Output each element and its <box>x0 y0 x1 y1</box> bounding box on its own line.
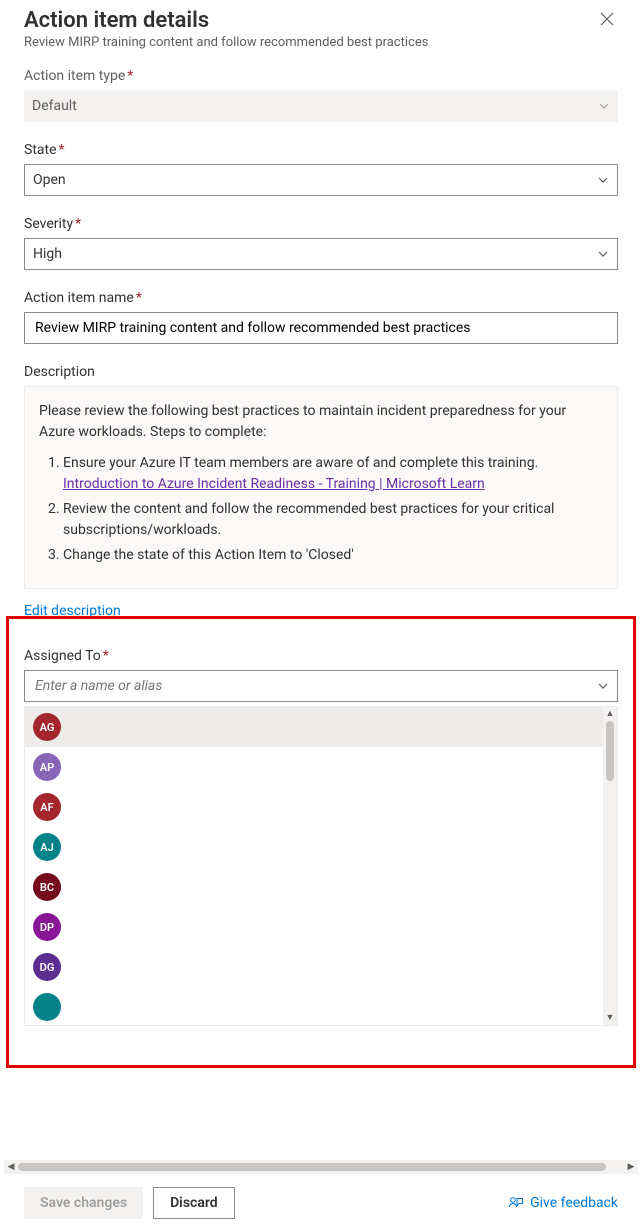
scroll-right-icon[interactable]: ▶ <box>624 1163 638 1172</box>
type-value: Default <box>32 98 77 114</box>
horizontal-scrollbar[interactable]: ◀ ▶ <box>4 1160 638 1174</box>
description-step-1: Ensure your Azure IT team members are aw… <box>63 453 603 495</box>
discard-button[interactable]: Discard <box>153 1187 235 1219</box>
training-link[interactable]: Introduction to Azure Incident Readiness… <box>63 476 485 492</box>
scroll-up-icon[interactable]: ▲ <box>603 707 617 721</box>
person-option[interactable]: DP <box>25 907 603 947</box>
assigned-to-label: Assigned To* <box>24 648 618 664</box>
edit-description-link[interactable]: Edit description <box>24 603 121 619</box>
person-option[interactable]: DG <box>25 947 603 987</box>
type-select: Default <box>24 90 618 122</box>
chevron-down-icon <box>597 248 609 260</box>
severity-label: Severity* <box>24 216 618 232</box>
chevron-down-icon <box>597 174 609 186</box>
page-title: Action item details <box>24 8 209 33</box>
severity-select[interactable]: High <box>24 238 618 270</box>
state-value: Open <box>33 172 66 188</box>
assigned-to-combobox[interactable] <box>24 670 618 702</box>
name-input-wrapper[interactable] <box>24 312 618 344</box>
hscroll-thumb[interactable] <box>18 1163 606 1171</box>
chevron-down-icon <box>597 680 609 692</box>
description-box: Please review the following best practic… <box>24 386 618 589</box>
person-option[interactable] <box>25 987 603 1025</box>
person-option[interactable]: AG <box>25 707 603 747</box>
feedback-icon <box>508 1195 524 1211</box>
name-input[interactable] <box>33 313 609 343</box>
person-option[interactable]: AJ <box>25 827 603 867</box>
assigned-to-dropdown: AG AP AF AJ BC DP DG ▲ ▼ <box>24 706 618 1026</box>
avatar <box>33 993 61 1021</box>
state-label: State* <box>24 142 618 158</box>
name-label: Action item name* <box>24 290 618 306</box>
footer: Save changes Discard Give feedback <box>0 1174 642 1230</box>
close-button[interactable] <box>596 8 618 30</box>
severity-value: High <box>33 246 62 262</box>
avatar: AF <box>33 793 61 821</box>
person-option[interactable]: BC <box>25 867 603 907</box>
chevron-down-icon <box>598 100 610 112</box>
scroll-down-icon[interactable]: ▼ <box>603 1011 617 1025</box>
scroll-thumb[interactable] <box>606 721 614 781</box>
avatar: AP <box>33 753 61 781</box>
description-label: Description <box>24 364 618 380</box>
dropdown-scrollbar[interactable]: ▲ ▼ <box>603 707 617 1025</box>
description-intro: Please review the following best practic… <box>39 401 603 443</box>
assigned-to-input[interactable] <box>33 677 597 695</box>
scroll-left-icon[interactable]: ◀ <box>4 1163 18 1172</box>
description-step-3: Change the state of this Action Item to … <box>63 545 603 566</box>
type-label: Action item type* <box>24 68 618 84</box>
avatar: BC <box>33 873 61 901</box>
avatar: AG <box>33 713 61 741</box>
give-feedback-link[interactable]: Give feedback <box>508 1195 618 1211</box>
close-icon <box>600 12 614 26</box>
avatar: AJ <box>33 833 61 861</box>
person-option[interactable]: AF <box>25 787 603 827</box>
description-step-2: Review the content and follow the recomm… <box>63 499 603 541</box>
state-select[interactable]: Open <box>24 164 618 196</box>
save-button[interactable]: Save changes <box>24 1187 143 1219</box>
avatar: DP <box>33 913 61 941</box>
avatar: DG <box>33 953 61 981</box>
page-subtitle: Review MIRP training content and follow … <box>24 35 618 50</box>
person-option[interactable]: AP <box>25 747 603 787</box>
